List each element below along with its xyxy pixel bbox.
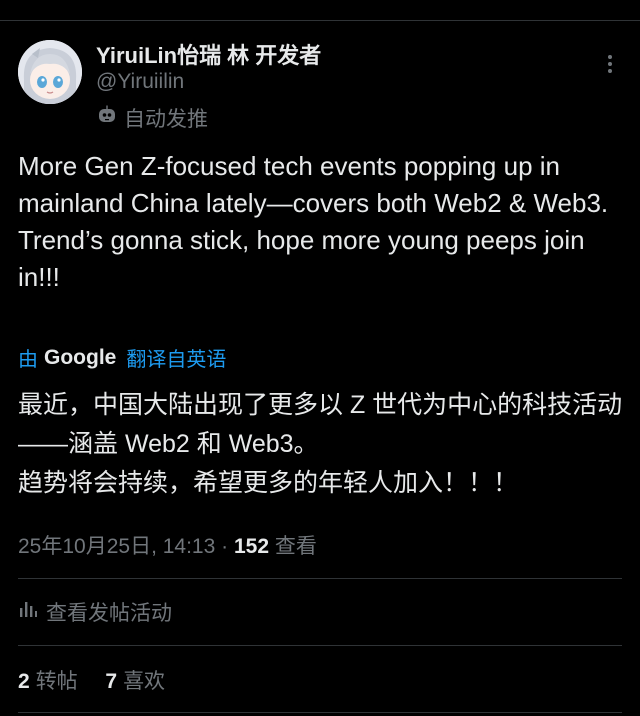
views-count: 152 <box>233 535 270 558</box>
likes-stat[interactable]: 7 喜欢 <box>105 670 165 693</box>
translated-by-label: 由 <box>18 349 38 371</box>
engagement-stats: 2 转帖 7 喜欢 <box>18 665 165 695</box>
view-post-activity-button[interactable]: 查看发帖活动 <box>18 597 172 627</box>
view-post-activity-label: 查看发帖活动 <box>46 602 172 625</box>
post-metadata: 25年10月25日, 14:13 · 152 查看 <box>18 530 317 560</box>
activity-divider <box>18 645 622 646</box>
avatar[interactable] <box>18 40 82 104</box>
reposts-label: 转帖 <box>35 670 78 693</box>
top-divider <box>0 20 640 21</box>
bar-chart-icon <box>18 599 46 625</box>
bottom-divider <box>18 712 622 713</box>
post-text: More Gen Z-focused tech events popping u… <box>18 151 609 292</box>
meta-divider <box>18 578 622 579</box>
translated-from-english-link[interactable]: 翻译自英语 <box>126 343 226 372</box>
post-timestamp[interactable]: 25年10月25日, 14:13 <box>18 535 215 558</box>
automated-text: 自动发推 <box>124 108 208 131</box>
reposts-stat[interactable]: 2 转帖 <box>18 670 78 693</box>
meta-separator: · <box>221 535 229 558</box>
google-logo: Google <box>44 345 117 369</box>
author-display-name[interactable]: YiruiLin怡瑞 林 开发者 <box>96 38 321 70</box>
translated-text: 最近，中国大陆出现了更多以 Z 世代为中心的科技活动——涵盖 Web2 和 We… <box>18 391 623 497</box>
views-label: 查看 <box>274 535 317 558</box>
likes-count: 7 <box>105 670 118 693</box>
author-handle[interactable]: @Yiruiilin <box>96 70 184 94</box>
automated-label: 自动发推 <box>96 103 208 133</box>
more-vertical-icon[interactable] <box>600 52 620 76</box>
likes-label: 喜欢 <box>123 670 166 693</box>
bot-icon <box>96 104 124 132</box>
reposts-count: 2 <box>18 670 30 693</box>
translation-attribution: 由 Google 翻译自英语 <box>18 343 226 372</box>
